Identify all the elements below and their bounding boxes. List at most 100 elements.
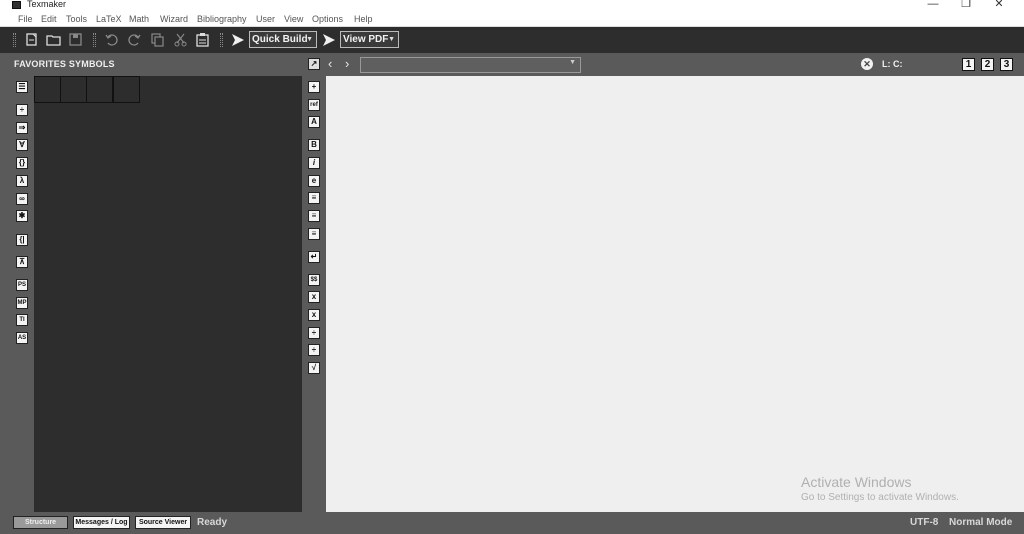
structure-icon[interactable]: ☰ (16, 81, 28, 93)
align-right-icon[interactable]: ≡ (308, 228, 320, 240)
add-icon[interactable]: + (308, 81, 320, 93)
left-right-icon[interactable]: {| (16, 234, 28, 246)
view-pdf-select[interactable]: View PDF ▼ (340, 31, 399, 48)
formatting-toolbar: ↗ + ref A B i e ≡ ≡ ≡ ↵ $$ x x ÷ ÷ √ (302, 53, 324, 512)
toolbar-separator (93, 33, 96, 47)
panel-title: FAVORITES SYMBOLS (14, 59, 115, 69)
align-left-icon[interactable]: ≡ (308, 192, 320, 204)
sqrt-icon[interactable]: √ (308, 362, 320, 374)
run-quick-build-icon[interactable] (231, 33, 245, 47)
menu-file[interactable]: File (18, 12, 33, 26)
favorites-icon[interactable]: ✱ (16, 210, 28, 222)
menu-help[interactable]: Help (354, 12, 373, 26)
cursor-position: L: C: (882, 59, 903, 69)
run-view-icon[interactable] (322, 33, 336, 47)
subscript-icon[interactable]: x (308, 291, 320, 303)
structure-tab[interactable]: Structure (13, 516, 68, 529)
arrows-icon[interactable]: ⇒ (16, 122, 28, 134)
left-panel-header: FAVORITES SYMBOLS (10, 53, 302, 76)
symbol-cell[interactable] (86, 76, 113, 103)
watermark-subtitle: Go to Settings to activate Windows. (801, 492, 959, 503)
open-files-select[interactable]: ▼ (360, 57, 581, 73)
symbol-cell[interactable] (60, 76, 87, 103)
relation-icon[interactable]: ÷ (16, 104, 28, 116)
asymptote-icon[interactable]: AS (16, 332, 28, 344)
italic-icon[interactable]: i (308, 157, 320, 169)
undo-icon[interactable] (104, 32, 119, 47)
greek-icon[interactable]: λ (16, 175, 28, 187)
encoding-indicator: UTF-8 (910, 517, 939, 528)
symbol-cell[interactable] (34, 76, 61, 103)
main-toolbar: Quick Build ▼ View PDF ▼ (0, 27, 1024, 53)
menu-view[interactable]: View (284, 12, 303, 26)
minimize-button[interactable]: — (915, 0, 951, 11)
view-pdf-label: View PDF (343, 34, 389, 45)
view-2-button[interactable]: 2 (981, 58, 994, 71)
user-symbol-icon[interactable]: ⊼ (16, 256, 28, 268)
metapost-icon[interactable]: MP (16, 297, 28, 309)
toolbar-separator (220, 33, 223, 47)
window-title: Texmaker (27, 0, 67, 9)
menu-tools[interactable]: Tools (66, 12, 87, 26)
menu-user[interactable]: User (256, 12, 275, 26)
detach-panel-icon[interactable]: ↗ (308, 58, 320, 70)
pstricks-icon[interactable]: PS (16, 279, 28, 291)
texmaker-app-icon (12, 1, 21, 9)
menu-options[interactable]: Options (312, 12, 343, 26)
symbol-cell[interactable] (113, 76, 140, 103)
back-arrow-icon[interactable]: ‹ (328, 56, 332, 72)
math-mode-icon[interactable]: $$ (308, 274, 320, 286)
save-icon[interactable] (68, 32, 83, 47)
align-center-icon[interactable]: ≡ (308, 210, 320, 222)
symbol-category-bar: ☰ ÷ ⇒ ∀ {} λ ∞ ✱ {| ⊼ PS MP TI AS (10, 76, 34, 512)
chevron-down-icon: ▼ (388, 36, 395, 43)
menu-wizard[interactable]: Wizard (160, 12, 188, 26)
quick-build-label: Quick Build (252, 34, 308, 45)
maximize-button[interactable]: ❐ (948, 0, 984, 11)
status-message: Ready (197, 517, 228, 528)
chevron-down-icon: ▼ (569, 59, 576, 66)
superscript-icon[interactable]: x (308, 309, 320, 321)
tikz-icon[interactable]: TI (16, 314, 28, 326)
dfrac-icon[interactable]: ÷ (308, 344, 320, 356)
editor-mode-indicator: Normal Mode (949, 517, 1013, 528)
texmaker-window: Texmaker — ❐ ✕ File Edit Tools LaTeX Mat… (0, 0, 1024, 534)
delimiters-icon[interactable]: {} (16, 157, 28, 169)
menu-edit[interactable]: Edit (41, 12, 57, 26)
watermark-title: Activate Windows (801, 474, 912, 490)
menu-bar: File Edit Tools LaTeX Math Wizard Biblio… (0, 11, 1024, 27)
ref-icon[interactable]: ref (308, 99, 320, 111)
emphasis-icon[interactable]: e (308, 175, 320, 187)
cut-icon[interactable] (173, 32, 188, 47)
font-size-icon[interactable]: A (308, 116, 320, 128)
misc-math-icon[interactable]: ∀ (16, 139, 28, 151)
quick-build-select[interactable]: Quick Build ▼ (249, 31, 317, 48)
status-bar: Structure Messages / Log Source Viewer R… (0, 512, 1024, 534)
close-window-button[interactable]: ✕ (981, 0, 1017, 11)
menu-bibliography[interactable]: Bibliography (197, 12, 247, 26)
close-document-icon[interactable]: ✕ (861, 58, 873, 70)
chevron-down-icon: ▼ (306, 36, 313, 43)
bold-icon[interactable]: B (308, 139, 320, 151)
title-bar: Texmaker — ❐ ✕ (0, 0, 1024, 11)
editor-area[interactable]: Activate Windows Go to Settings to activ… (326, 76, 1024, 512)
messages-log-tab[interactable]: Messages / Log (73, 516, 130, 529)
forward-arrow-icon[interactable]: › (345, 56, 349, 72)
menu-latex[interactable]: LaTeX (96, 12, 122, 26)
redo-icon[interactable] (127, 32, 142, 47)
most-used-icon[interactable]: ∞ (16, 193, 28, 205)
copy-icon[interactable] (150, 32, 165, 47)
view-1-button[interactable]: 1 (962, 58, 975, 71)
view-3-button[interactable]: 3 (1000, 58, 1013, 71)
menu-math[interactable]: Math (129, 12, 149, 26)
fraction-icon[interactable]: ÷ (308, 327, 320, 339)
editor-header: ‹ › ▼ ✕ L: C: 1 2 3 (324, 53, 1024, 76)
activation-watermark: Activate Windows Go to Settings to activ… (801, 473, 959, 505)
open-folder-icon[interactable] (46, 32, 61, 47)
favorites-symbol-grid (34, 76, 302, 512)
new-file-icon[interactable] (24, 32, 39, 47)
source-viewer-tab[interactable]: Source Viewer (135, 516, 191, 529)
toolbar-grip (13, 33, 16, 47)
newline-icon[interactable]: ↵ (308, 251, 320, 263)
paste-icon[interactable] (195, 32, 210, 47)
